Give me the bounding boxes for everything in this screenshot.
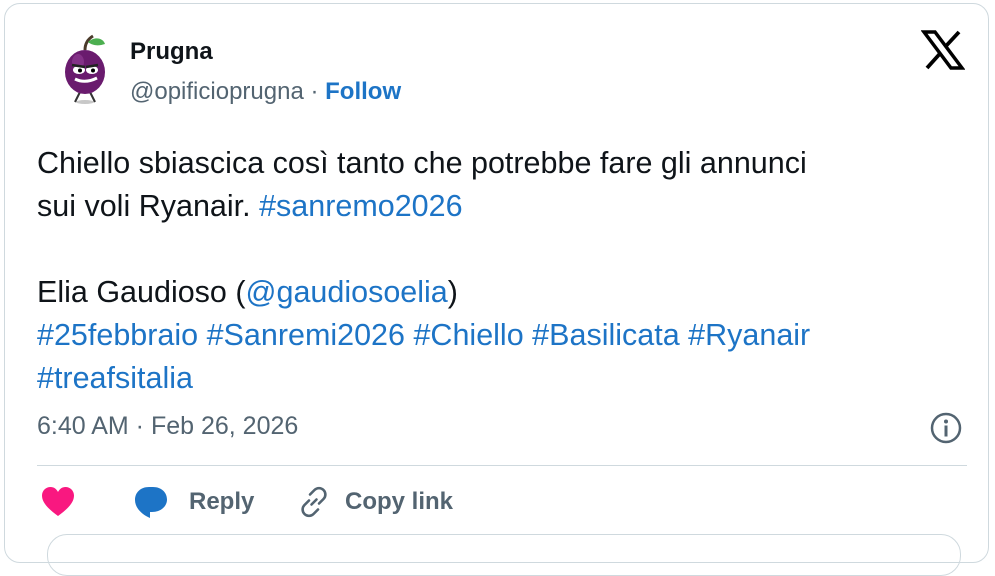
reply-bubble-icon (135, 487, 167, 518)
hashtag-basilicata[interactable]: #Basilicata (532, 318, 680, 352)
last-hashtag-line: #treafsitalia (37, 357, 957, 400)
follow-button[interactable]: Follow (325, 78, 401, 105)
tweet-text: Chiello sbiascica così tanto che potrebb… (37, 142, 957, 400)
like-button[interactable] (41, 482, 75, 522)
copy-link-button[interactable]: Copy link (297, 482, 453, 522)
reply-button[interactable]: Reply (133, 482, 254, 522)
hashtag-sanremi2026[interactable]: #Sanremi2026 (207, 318, 405, 352)
author-handle[interactable]: @opificioprugna (130, 78, 304, 105)
credit-line: Elia Gaudioso (@gaudiosoelia) (37, 271, 957, 314)
reply-label: Reply (189, 488, 255, 515)
info-icon[interactable] (929, 411, 963, 445)
tweet-card: Prugna @opificioprugna · Follow Chiello … (4, 3, 989, 576)
heart-icon (42, 487, 74, 516)
x-logo-icon[interactable] (920, 30, 966, 70)
tweet-line-2: sui voli Ryanair. #sanremo2026 (37, 185, 957, 228)
credit-close: ) (447, 275, 458, 309)
tweet-timestamp[interactable]: 6:40 AM · Feb 26, 2026 (37, 412, 298, 441)
copy-link-label: Copy link (345, 488, 454, 515)
hashtags-line: #25febbraio #Sanremi2026 #Chiello #Basil… (37, 314, 957, 357)
divider (37, 465, 967, 466)
link-icon (301, 486, 327, 518)
hashtag-25febbraio[interactable]: #25febbraio (37, 318, 198, 352)
credit-name: Elia Gaudioso ( (37, 275, 246, 309)
mention-gaudiosoelia[interactable]: @gaudiosoelia (246, 275, 448, 309)
tweet-line-2-text: sui voli Ryanair. (37, 189, 260, 223)
plum-mascot-icon (65, 34, 105, 104)
read-replies-button[interactable] (47, 534, 961, 576)
hashtag-sanremo2026[interactable]: #sanremo2026 (259, 189, 462, 223)
avatar[interactable] (55, 34, 115, 108)
handle-separator: · (303, 78, 326, 105)
author-handle-row: @opificioprugna · Follow (130, 78, 401, 106)
hashtag-treafsitalia[interactable]: #treafsitalia (37, 361, 193, 395)
tweet-line-1: Chiello sbiascica così tanto che potrebb… (37, 146, 807, 180)
author-name[interactable]: Prugna (130, 38, 213, 66)
hashtag-ryanair[interactable]: #Ryanair (688, 318, 810, 352)
hashtag-chiello[interactable]: #Chiello (413, 318, 523, 352)
